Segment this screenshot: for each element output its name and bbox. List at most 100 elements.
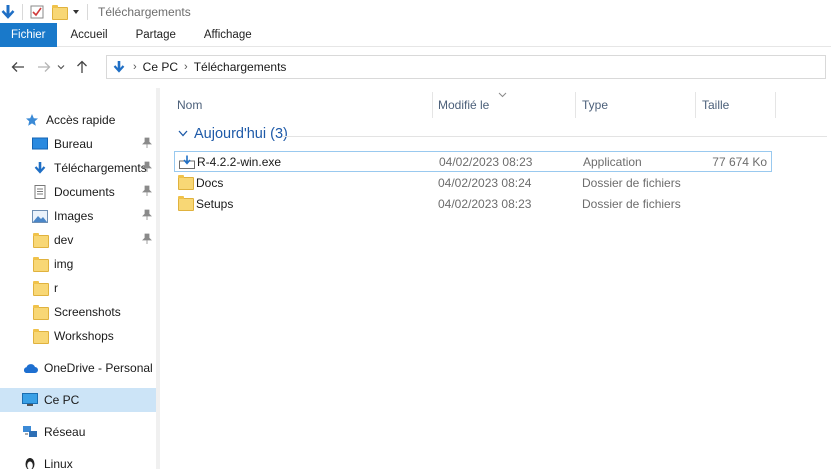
tab-partage[interactable]: Partage [122, 23, 190, 47]
sidebar-linux[interactable]: Linux [22, 452, 156, 469]
desktop-icon [32, 136, 48, 152]
tab-fichier[interactable]: Fichier [0, 23, 57, 47]
column-header-modified[interactable]: Modifié le [438, 92, 489, 118]
computer-icon [22, 392, 38, 408]
tab-accueil[interactable]: Accueil [57, 23, 122, 47]
sidebar-item-img[interactable]: img [32, 252, 156, 276]
sidebar-item-label: Linux [44, 457, 73, 469]
sort-chevron-icon [498, 90, 507, 100]
sidebar-item-images[interactable]: Images [32, 204, 156, 228]
forward-arrow-icon[interactable] [33, 56, 55, 78]
file-size: 77 674 Ko [712, 154, 767, 169]
sidebar-network[interactable]: Réseau [22, 420, 156, 444]
file-modified: 04/02/2023 08:24 [438, 175, 532, 190]
back-arrow-icon[interactable] [7, 56, 29, 78]
column-header-size[interactable]: Taille [702, 92, 729, 118]
sidebar-item-label: Images [54, 209, 94, 223]
folder-icon [32, 328, 49, 344]
breadcrumb-chevron-icon[interactable]: › [184, 61, 188, 73]
sidebar-item-workshops[interactable]: Workshops [32, 324, 156, 348]
folder-icon [32, 256, 49, 272]
sidebar-item-label: img [54, 257, 74, 271]
sidebar-item-label: Accès rapide [46, 113, 116, 127]
column-divider[interactable] [695, 92, 696, 118]
sidebar-item-telechargements[interactable]: Téléchargements [32, 156, 156, 180]
file-type: Dossier de fichiers [582, 196, 681, 211]
sidebar-item-label: r [54, 281, 58, 295]
sidebar-item-r[interactable]: r [32, 276, 156, 300]
title-bar: Téléchargements [0, 0, 831, 24]
sidebar-this-pc[interactable]: Ce PC [0, 388, 156, 412]
breadcrumb-telechargements[interactable]: Téléchargements [194, 60, 287, 74]
sidebar-item-screenshots[interactable]: Screenshots [32, 300, 156, 324]
group-header-today[interactable]: Aujourd'hui (3) [178, 126, 288, 142]
cloud-icon [22, 360, 38, 376]
group-divider [282, 136, 827, 137]
sidebar-item-label: Workshops [54, 329, 114, 343]
pin-icon [142, 161, 152, 175]
folder-icon [32, 232, 49, 248]
pin-icon [142, 233, 152, 247]
file-list: Nom Modifié le Type Taille Aujourd'hui (… [160, 88, 831, 469]
folder-icon [32, 304, 49, 320]
download-icon [32, 160, 48, 176]
sidebar-item-label: Téléchargements [54, 161, 147, 175]
file-type: Application [583, 154, 642, 169]
column-divider[interactable] [575, 92, 576, 118]
file-row[interactable]: Docs 04/02/2023 08:24 Dossier de fichier… [174, 172, 772, 193]
recent-locations-chevron-icon[interactable] [55, 56, 67, 78]
sidebar-item-bureau[interactable]: Bureau [32, 132, 156, 156]
file-row[interactable]: R-4.2.2-win.exe 04/02/2023 08:23 Applica… [174, 151, 772, 172]
file-type: Dossier de fichiers [582, 175, 681, 190]
file-modified: 04/02/2023 08:23 [439, 154, 533, 169]
file-name: R-4.2.2-win.exe [197, 154, 282, 169]
tab-affichage[interactable]: Affichage [190, 23, 266, 47]
navigation-pane: Accès rapide Bureau Téléchargements Docu… [0, 96, 160, 469]
installer-icon [179, 155, 195, 172]
sidebar-item-label: Documents [54, 185, 115, 199]
sidebar-item-dev[interactable]: dev [32, 228, 156, 252]
column-divider[interactable] [432, 92, 433, 118]
folder-icon [32, 280, 49, 296]
sidebar-item-documents[interactable]: Documents [32, 180, 156, 204]
images-icon [32, 208, 48, 224]
pin-icon [142, 209, 152, 223]
file-name: Setups [196, 196, 234, 211]
group-label: Aujourd'hui (3) [194, 126, 288, 142]
column-header-name[interactable]: Nom [177, 92, 202, 118]
pin-icon [142, 137, 152, 151]
sidebar-item-label: Screenshots [54, 305, 121, 319]
network-icon [22, 424, 38, 440]
column-header-type[interactable]: Type [582, 92, 608, 118]
toolbar-divider [22, 4, 23, 20]
download-arrow-icon[interactable] [0, 4, 16, 20]
file-name: Docs [196, 175, 224, 190]
sidebar-item-label: Réseau [44, 425, 86, 439]
sidebar-item-label: OneDrive - Personal [44, 361, 153, 375]
sidebar-item-label: Ce PC [44, 393, 80, 407]
penguin-icon [22, 456, 38, 469]
star-icon [24, 112, 40, 128]
breadcrumb-chevron-icon[interactable]: › [133, 61, 137, 73]
file-row[interactable]: Setups 04/02/2023 08:23 Dossier de fichi… [174, 193, 772, 214]
address-bar[interactable]: › Ce PC › Téléchargements [106, 55, 826, 79]
up-arrow-icon[interactable] [71, 56, 93, 78]
sidebar-item-label: Bureau [54, 137, 93, 151]
address-row: › Ce PC › Téléchargements [0, 52, 831, 82]
ribbon-tabs: Fichier Accueil Partage Affichage [0, 23, 831, 47]
documents-icon [32, 184, 48, 200]
pin-icon [142, 185, 152, 199]
file-modified: 04/02/2023 08:23 [438, 196, 532, 211]
quick-access-toolbar [0, 0, 94, 24]
column-divider[interactable] [775, 92, 776, 118]
sidebar-quick-access[interactable]: Accès rapide [24, 108, 156, 132]
collapse-chevron-icon[interactable] [178, 128, 188, 140]
toolbar-divider [87, 4, 88, 20]
properties-icon[interactable] [29, 4, 45, 20]
download-folder-icon [111, 59, 127, 75]
sidebar-item-label: dev [54, 233, 74, 247]
sidebar-onedrive[interactable]: OneDrive - Personal [22, 356, 156, 380]
customize-toolbar-chevron-icon[interactable] [71, 4, 81, 20]
breadcrumb-ce-pc[interactable]: Ce PC [143, 60, 178, 74]
new-folder-icon[interactable] [51, 4, 68, 20]
